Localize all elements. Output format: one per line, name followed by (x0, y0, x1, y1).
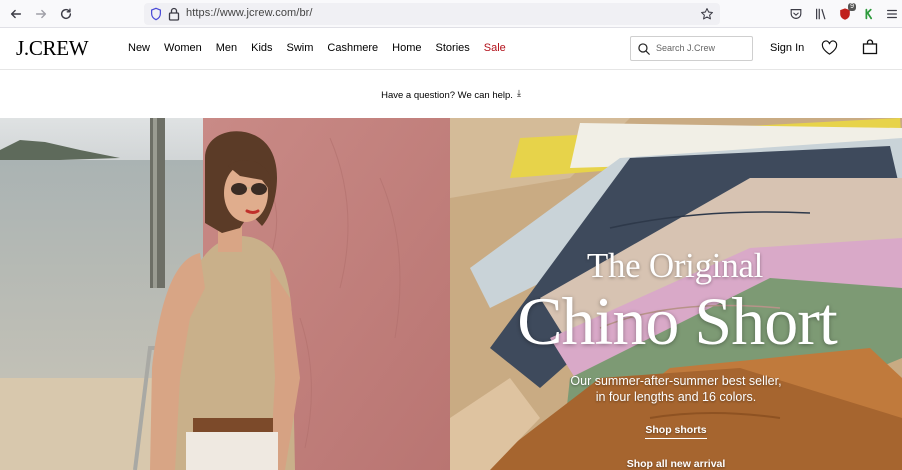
promo-text[interactable]: Have a question? We can help. (381, 90, 513, 101)
hero-banner: The Original Chino Short Our summer-afte… (0, 118, 902, 470)
green-extension-icon[interactable] (861, 6, 877, 22)
pocket-icon[interactable] (788, 6, 804, 22)
reload-icon[interactable] (56, 5, 76, 23)
hero-subtitle-line-1: Our summer-after-summer best seller, (570, 374, 782, 388)
nav-kids[interactable]: Kids (251, 42, 272, 54)
search-icon (638, 43, 650, 55)
promo-bar: Have a question? We can help. ⤓ (0, 71, 902, 118)
nav-new[interactable]: New (128, 42, 150, 54)
nav-stories[interactable]: Stories (436, 42, 470, 54)
nav-sale[interactable]: Sale (484, 42, 506, 54)
sign-in-link[interactable]: Sign In (770, 42, 804, 54)
shop-shorts-link[interactable]: Shop shorts (645, 424, 707, 439)
nav-home[interactable]: Home (392, 42, 421, 54)
menu-icon[interactable] (884, 6, 900, 22)
hero-subtitle: Our summer-after-summer best seller, in … (450, 373, 902, 405)
hero-kicker: The Original (586, 246, 764, 285)
lock-icon[interactable] (168, 7, 180, 21)
nav-cashmere[interactable]: Cashmere (327, 42, 378, 54)
hero-copy: The Original Chino Short Our summer-afte… (450, 118, 902, 470)
nav-men[interactable]: Men (216, 42, 237, 54)
url-text[interactable]: https://www.jcrew.com/br/ (186, 7, 313, 19)
tracking-shield-icon[interactable] (149, 7, 163, 21)
shop-new-arrivals-link[interactable]: Shop all new arrival (626, 458, 726, 470)
search-placeholder: Search J.Crew (656, 43, 716, 53)
bookmark-star-icon[interactable] (700, 7, 714, 21)
library-icon[interactable] (813, 6, 829, 22)
back-icon[interactable] (6, 5, 26, 23)
search-input[interactable]: Search J.Crew (630, 36, 753, 61)
nav-swim[interactable]: Swim (287, 42, 314, 54)
chevron-down-icon[interactable]: ⤓ (517, 88, 521, 99)
nav-women[interactable]: Women (164, 42, 202, 54)
browser-toolbar: https://www.jcrew.com/br/ 9 (0, 0, 902, 28)
hero-title: Chino Short (517, 283, 838, 359)
forward-icon[interactable] (31, 5, 51, 23)
hero-subtitle-line-2: in four lengths and 16 colors. (595, 390, 757, 404)
jcrew-logo[interactable]: J.CREW (16, 36, 89, 61)
site-header: J.CREW New Women Men Kids Swim Cashmere … (0, 29, 902, 70)
shopping-bag-icon[interactable] (862, 39, 878, 55)
wishlist-heart-icon[interactable] (821, 40, 838, 56)
main-nav: New Women Men Kids Swim Cashmere Home St… (128, 42, 520, 54)
ublock-extension-icon[interactable]: 9 (837, 3, 856, 22)
hero-model-image[interactable] (0, 118, 450, 470)
address-bar[interactable]: https://www.jcrew.com/br/ (144, 3, 720, 25)
extension-badge: 9 (848, 3, 856, 11)
